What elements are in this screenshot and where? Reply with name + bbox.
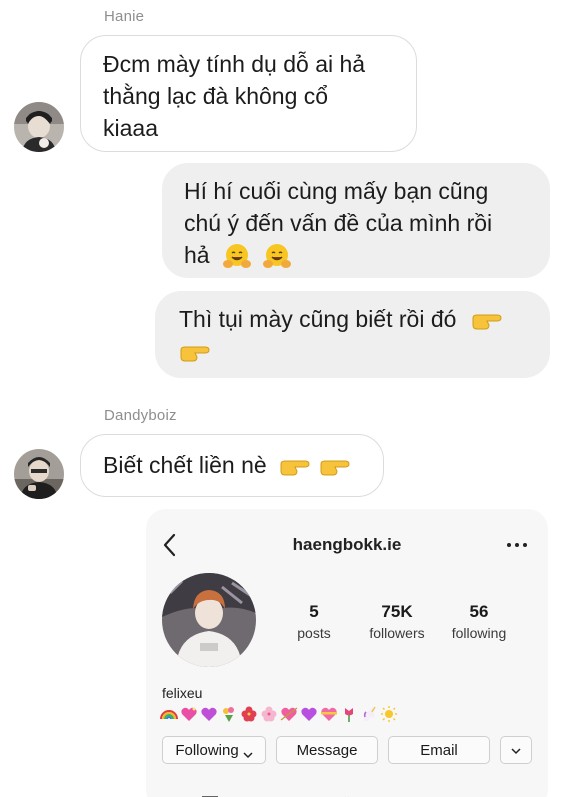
profile-display-name: felixeu xyxy=(162,685,203,701)
posts-count: 5 xyxy=(309,602,319,621)
pointing-right-icon xyxy=(319,456,351,478)
message-line: Đcm mày tính dụ dỗ ai hả xyxy=(103,51,366,77)
purple-heart-icon xyxy=(201,707,217,721)
sparkling-heart-icon xyxy=(181,707,197,721)
following-button-label: Following xyxy=(175,741,239,759)
stat-following[interactable]: 56 following xyxy=(444,601,514,643)
shared-profile-card[interactable]: haengbokk.ie 5 posts 75K followers 56 fo… xyxy=(146,509,548,797)
avatar-hanie[interactable] xyxy=(14,102,64,152)
message-line: hả xyxy=(184,242,210,268)
profile-username: haengbokk.ie xyxy=(292,535,402,554)
cherry-blossom-icon xyxy=(261,706,277,722)
ribbon-heart-icon xyxy=(321,707,337,721)
posts-label: posts xyxy=(297,625,331,641)
hugging-face-icon xyxy=(222,242,252,272)
grid-icon[interactable] xyxy=(200,793,220,797)
email-button-label: Email xyxy=(420,741,458,759)
bio-emoji-row xyxy=(160,703,398,725)
chevron-down-icon xyxy=(243,746,253,759)
stat-posts[interactable]: 5 posts xyxy=(294,601,334,643)
message-bubble-outgoing-2[interactable]: Thì tụi mày cũng biết rồi đó xyxy=(155,291,550,378)
bouquet-icon xyxy=(223,707,234,722)
profile-tabs-row xyxy=(146,787,548,797)
purple-heart-icon xyxy=(301,707,317,721)
profile-header: haengbokk.ie xyxy=(146,525,548,565)
hibiscus-icon xyxy=(241,706,257,722)
sender-name-hanie: Hanie xyxy=(104,8,145,25)
sender-name-dandyboiz: Dandyboiz xyxy=(104,407,177,424)
unicorn-icon xyxy=(363,706,376,721)
email-button[interactable]: Email xyxy=(388,736,490,764)
message-line: Hí hí cuối cùng mấy bạn cũng xyxy=(184,178,489,204)
avatar-dandyboiz[interactable] xyxy=(14,449,64,499)
stat-followers[interactable]: 75K followers xyxy=(362,601,432,643)
following-label: following xyxy=(451,625,507,641)
tulip-icon xyxy=(345,708,353,722)
message-line: thằng lạc đà không cổ xyxy=(103,83,329,109)
sun-icon xyxy=(381,706,397,722)
message-line: Thì tụi mày cũng biết rồi đó xyxy=(179,306,457,332)
rainbow-icon xyxy=(160,710,178,720)
message-bubble-outgoing-1[interactable]: Hí hí cuối cùng mấy bạn cũng chú ý đến v… xyxy=(162,163,550,278)
message-line: chú ý đến vấn đề của mình rồi xyxy=(184,210,493,236)
following-count: 56 xyxy=(469,602,489,621)
profile-avatar[interactable] xyxy=(162,573,256,667)
message-bubble-dandyboiz[interactable]: Biết chết liền nè xyxy=(80,434,384,497)
followers-count: 75K xyxy=(381,602,413,621)
followers-label: followers xyxy=(369,625,425,641)
message-line: kiaaa xyxy=(103,115,158,141)
pointing-right-icon xyxy=(471,310,503,332)
message-line: Biết chết liền nè xyxy=(103,452,267,478)
message-bubble-hanie[interactable]: Đcm mày tính dụ dỗ ai hả thằng lạc đà kh… xyxy=(80,35,417,152)
message-button[interactable]: Message xyxy=(276,736,378,764)
suggested-dropdown-button[interactable] xyxy=(500,736,532,764)
pointing-right-icon xyxy=(279,456,311,478)
message-button-label: Message xyxy=(296,741,358,759)
pointing-right-icon xyxy=(179,342,211,364)
more-options-icon[interactable] xyxy=(506,537,528,553)
following-button[interactable]: Following xyxy=(162,736,266,764)
chevron-down-icon xyxy=(511,742,521,759)
heart-arrow-icon xyxy=(280,707,298,721)
hugging-face-icon xyxy=(262,242,292,272)
